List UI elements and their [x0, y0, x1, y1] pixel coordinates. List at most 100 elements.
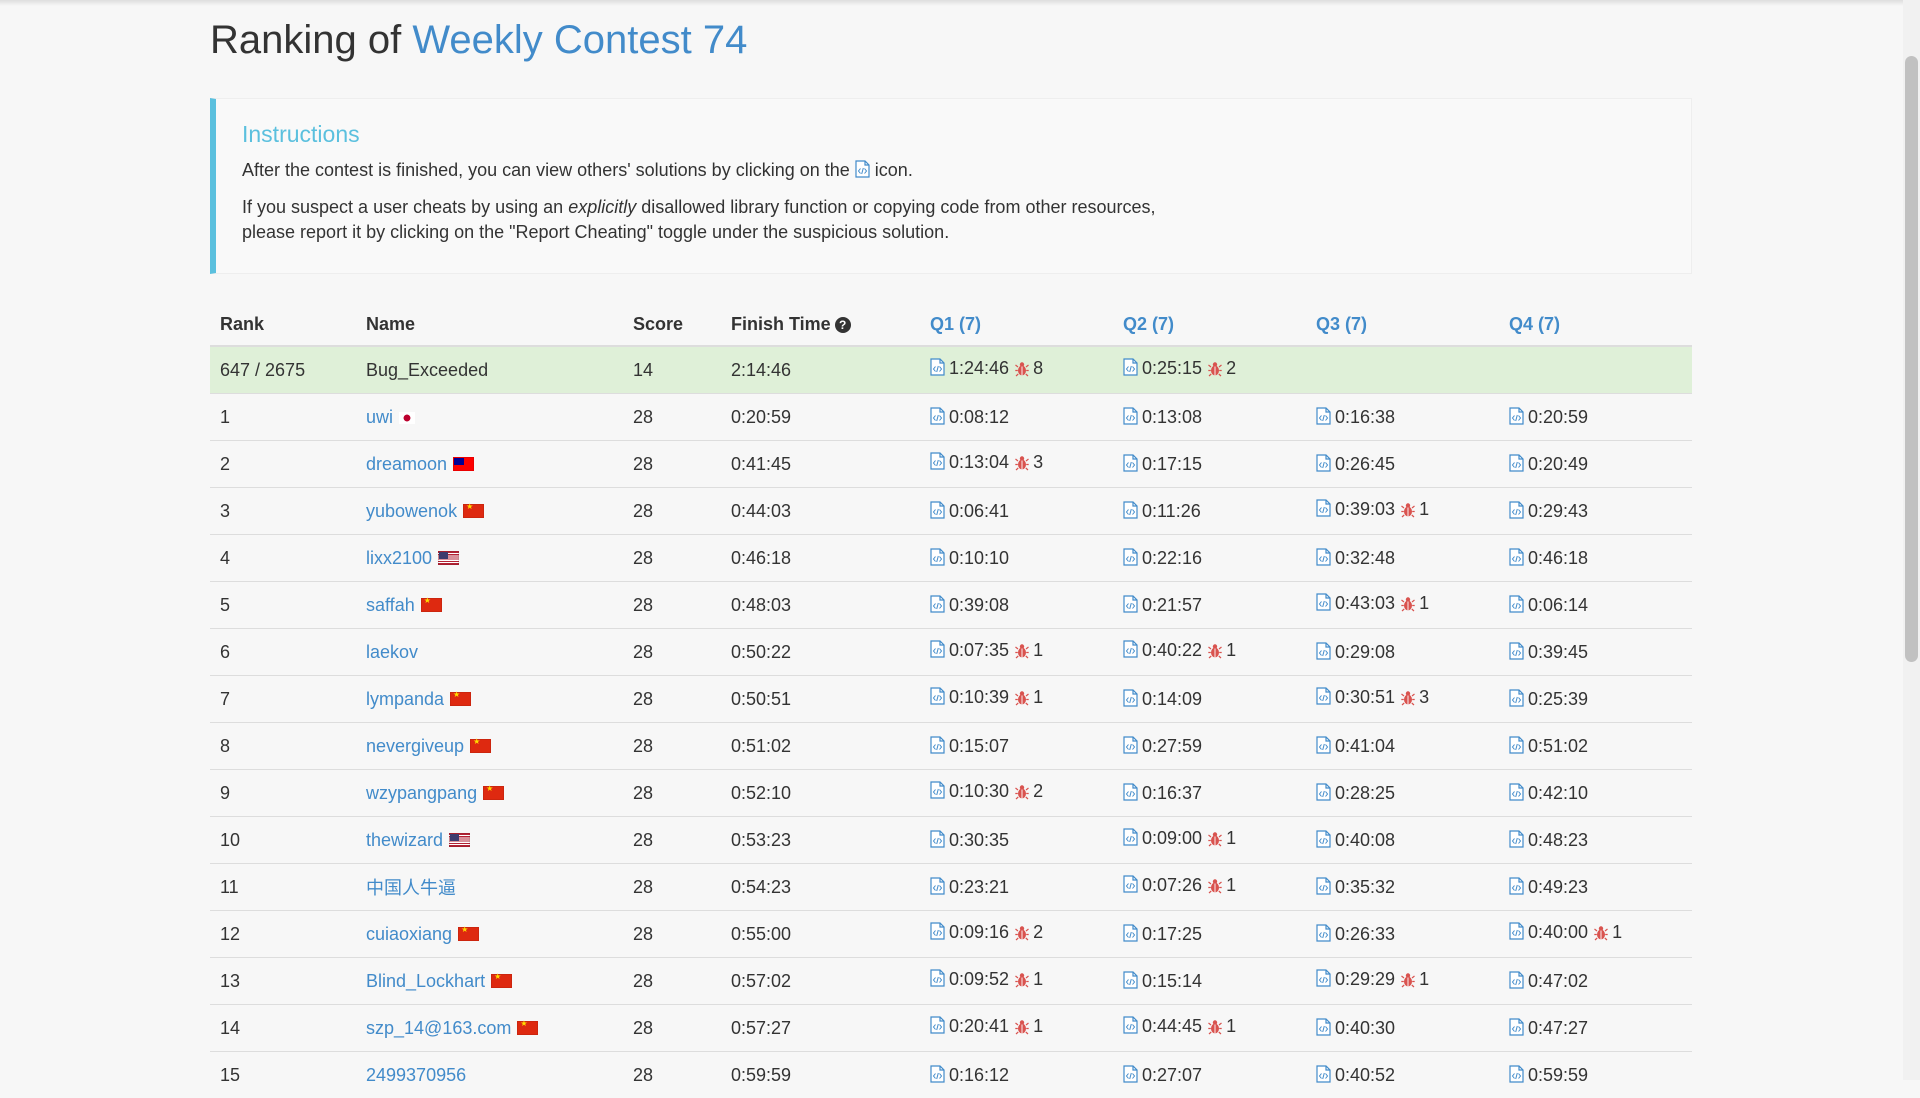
code-file-icon[interactable]	[1123, 828, 1138, 846]
my-q2: 0:25:152	[1113, 346, 1306, 394]
table-row: 6laekov280:50:220:07:3510:40:2210:29:080…	[210, 629, 1692, 676]
q3-cell: 0:16:38	[1306, 394, 1499, 441]
code-file-icon[interactable]	[1509, 877, 1524, 895]
user-link[interactable]: laekov	[366, 642, 418, 662]
code-file-icon[interactable]	[1316, 642, 1331, 660]
code-file-icon[interactable]	[1316, 969, 1331, 987]
q2-cell: 0:17:15	[1113, 441, 1306, 488]
scrollbar-thumb[interactable]	[1905, 56, 1918, 662]
q4-cell: 0:48:23	[1499, 817, 1692, 864]
solve-time: 0:29:29	[1335, 969, 1395, 989]
code-file-icon[interactable]	[1316, 593, 1331, 611]
code-file-icon[interactable]	[1509, 454, 1524, 472]
code-file-icon[interactable]	[1316, 687, 1331, 705]
code-file-icon[interactable]	[1316, 924, 1331, 942]
user-link[interactable]: wzypangpang	[366, 783, 477, 803]
user-link[interactable]: dreamoon	[366, 454, 447, 474]
code-file-icon[interactable]	[930, 548, 945, 566]
finish-time-cell: 0:55:00	[721, 911, 920, 958]
user-link[interactable]: lixx2100	[366, 548, 432, 568]
code-file-icon[interactable]	[1316, 877, 1331, 895]
code-file-icon[interactable]	[1123, 875, 1138, 893]
code-file-icon[interactable]	[1123, 783, 1138, 801]
scrollbar-track[interactable]	[1903, 0, 1920, 1080]
code-file-icon[interactable]	[930, 407, 945, 425]
user-link[interactable]: szp_14@163.com	[366, 1018, 511, 1038]
code-file-icon[interactable]	[930, 781, 945, 799]
code-file-icon[interactable]	[1316, 407, 1331, 425]
code-file-icon[interactable]	[1316, 499, 1331, 517]
code-file-icon[interactable]	[930, 640, 945, 658]
instructions-panel: Instructions After the contest is finish…	[210, 98, 1692, 274]
code-file-icon[interactable]	[1509, 689, 1524, 707]
rank-cell: 1	[210, 394, 356, 441]
header-q2[interactable]: Q2 (7)	[1113, 303, 1306, 346]
code-file-icon[interactable]	[930, 736, 945, 754]
solve-time: 0:29:43	[1528, 501, 1588, 521]
code-file-icon[interactable]	[1123, 736, 1138, 754]
table-row: 13Blind_Lockhart280:57:020:09:5210:15:14…	[210, 958, 1692, 1005]
code-file-icon[interactable]	[1509, 1018, 1524, 1036]
code-file-icon[interactable]	[1509, 642, 1524, 660]
table-header-row: Rank Name Score Finish Time? Q1 (7) Q2 (…	[210, 303, 1692, 346]
bug-icon	[1208, 878, 1222, 899]
code-file-icon[interactable]	[1509, 736, 1524, 754]
code-file-icon[interactable]	[1316, 830, 1331, 848]
code-file-icon[interactable]	[930, 452, 945, 470]
my-q4	[1499, 346, 1692, 394]
code-file-icon[interactable]	[1316, 548, 1331, 566]
code-file-icon[interactable]	[1123, 501, 1138, 519]
header-q1[interactable]: Q1 (7)	[920, 303, 1113, 346]
user-link[interactable]: yubowenok	[366, 501, 457, 521]
user-link[interactable]: uwi	[366, 407, 393, 427]
code-file-icon[interactable]	[930, 501, 945, 519]
code-file-icon[interactable]	[1123, 1016, 1138, 1034]
user-link[interactable]: saffah	[366, 595, 415, 615]
code-file-icon[interactable]	[1123, 640, 1138, 658]
code-file-icon[interactable]	[1123, 689, 1138, 707]
code-file-icon[interactable]	[1509, 407, 1524, 425]
code-file-icon[interactable]	[930, 830, 945, 848]
code-file-icon[interactable]	[1123, 407, 1138, 425]
code-file-icon[interactable]	[1123, 595, 1138, 613]
code-file-icon[interactable]	[1123, 971, 1138, 989]
user-link[interactable]: 中国人牛逼	[366, 878, 456, 898]
code-file-icon[interactable]	[1509, 548, 1524, 566]
code-file-icon[interactable]	[1123, 548, 1138, 566]
code-file-icon[interactable]	[1316, 783, 1331, 801]
code-file-icon[interactable]	[930, 595, 945, 613]
code-file-icon[interactable]	[1123, 454, 1138, 472]
code-file-icon[interactable]	[930, 687, 945, 705]
header-q4[interactable]: Q4 (7)	[1499, 303, 1692, 346]
user-link[interactable]: cuiaoxiang	[366, 924, 452, 944]
finish-time-cell: 0:44:03	[721, 488, 920, 535]
code-file-icon[interactable]	[930, 877, 945, 895]
solve-time: 0:51:02	[1528, 736, 1588, 756]
score-cell: 28	[623, 629, 721, 676]
score-cell: 28	[623, 441, 721, 488]
code-file-icon[interactable]	[1316, 736, 1331, 754]
code-file-icon[interactable]	[1509, 595, 1524, 613]
code-file-icon[interactable]	[930, 358, 945, 376]
code-file-icon[interactable]	[1509, 971, 1524, 989]
header-q3[interactable]: Q3 (7)	[1306, 303, 1499, 346]
code-file-icon[interactable]	[1509, 783, 1524, 801]
code-file-icon[interactable]	[1509, 501, 1524, 519]
code-file-icon[interactable]	[1316, 1018, 1331, 1036]
code-file-icon[interactable]	[1509, 830, 1524, 848]
q3-cell: 0:39:031	[1306, 488, 1499, 535]
code-file-icon[interactable]	[930, 922, 945, 940]
code-file-icon[interactable]	[1316, 454, 1331, 472]
code-file-icon[interactable]	[1123, 358, 1138, 376]
question-circle-icon[interactable]: ?	[835, 317, 851, 333]
user-link[interactable]: Blind_Lockhart	[366, 971, 485, 991]
user-link[interactable]: 2499370956	[366, 1065, 466, 1085]
code-file-icon[interactable]	[930, 1016, 945, 1034]
code-file-icon[interactable]	[930, 969, 945, 987]
user-link[interactable]: thewizard	[366, 830, 443, 850]
user-link[interactable]: lympanda	[366, 689, 444, 709]
user-link[interactable]: nevergiveup	[366, 736, 464, 756]
code-file-icon[interactable]	[1509, 922, 1524, 940]
contest-link[interactable]: Weekly Contest 74	[412, 18, 747, 62]
code-file-icon[interactable]	[1123, 924, 1138, 942]
